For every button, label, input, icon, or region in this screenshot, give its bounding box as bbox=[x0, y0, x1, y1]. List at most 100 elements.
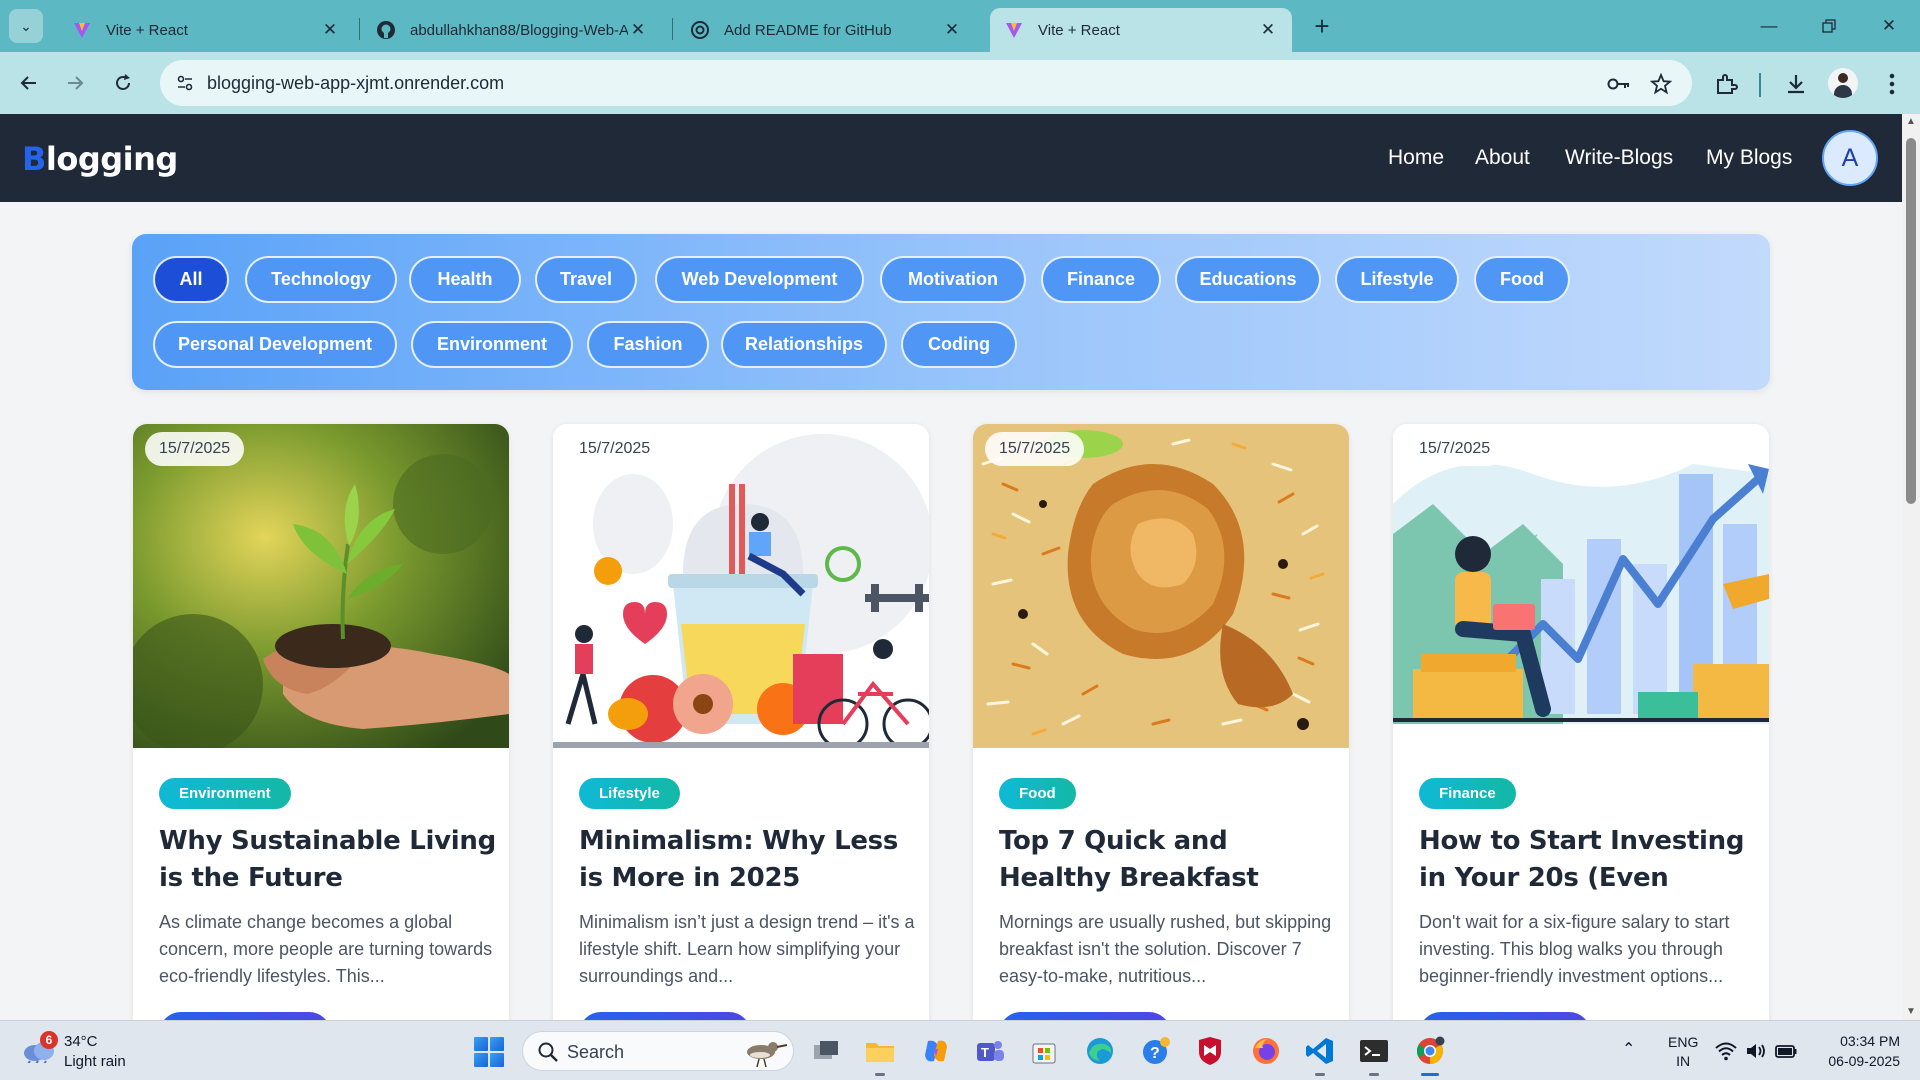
toolbar-divider bbox=[1759, 73, 1761, 97]
category-pill-educations[interactable]: Educations bbox=[1175, 256, 1321, 303]
browser-tab-1[interactable]: Vite + React ✕ bbox=[58, 8, 354, 52]
vscode-icon[interactable] bbox=[1302, 1033, 1338, 1076]
nav-home-link[interactable]: Home bbox=[1388, 146, 1444, 170]
close-tab-icon[interactable]: ✕ bbox=[628, 20, 648, 40]
close-tab-icon[interactable]: ✕ bbox=[320, 20, 340, 40]
scroll-up-arrow-icon[interactable]: ▲ bbox=[1905, 116, 1917, 127]
category-pill-personal-development[interactable]: Personal Development bbox=[153, 321, 397, 368]
post-title[interactable]: Minimalism: Why Less is More in 2025 bbox=[579, 823, 919, 899]
extensions-puzzle-icon[interactable] bbox=[1708, 66, 1744, 102]
battery-charging-icon[interactable] bbox=[1774, 1039, 1798, 1063]
start-tile bbox=[490, 1053, 504, 1067]
browser-menu-kebab-icon[interactable] bbox=[1874, 66, 1910, 102]
site-logo[interactable]: Blogging bbox=[22, 140, 178, 178]
category-pill-all[interactable]: All bbox=[153, 256, 229, 303]
category-pill-web-development[interactable]: Web Development bbox=[655, 256, 864, 303]
post-title[interactable]: Top 7 Quick and Healthy Breakfast Ideas bbox=[999, 823, 1339, 899]
downloads-icon[interactable] bbox=[1778, 66, 1814, 102]
volume-icon[interactable] bbox=[1744, 1039, 1768, 1063]
file-explorer-icon[interactable] bbox=[862, 1033, 898, 1076]
terminal-icon[interactable] bbox=[1356, 1033, 1392, 1076]
category-pill-food[interactable]: Food bbox=[1474, 256, 1570, 303]
system-clock[interactable]: 03:34 PM 06-09-2025 bbox=[1810, 1031, 1900, 1071]
tab-title: abdullahkhan88/Blogging-Web-A bbox=[410, 21, 628, 39]
firefox-icon[interactable] bbox=[1248, 1033, 1284, 1069]
notification-badge: 6 bbox=[40, 1031, 58, 1049]
taskbar-search-box[interactable]: Search bbox=[522, 1031, 794, 1071]
search-icon bbox=[538, 1042, 558, 1062]
weather-widget[interactable]: 6 34°C Light rain bbox=[20, 1031, 150, 1073]
page-scrollbar[interactable]: ▲ ▼ bbox=[1902, 114, 1920, 1020]
nav-about-link[interactable]: About bbox=[1475, 146, 1530, 170]
new-tab-button[interactable]: + bbox=[1306, 10, 1338, 42]
post-title[interactable]: How to Start Investing in Your 20s (Even… bbox=[1419, 823, 1759, 899]
logo-rest: logging bbox=[45, 140, 178, 178]
post-category-tag: Lifestyle bbox=[579, 778, 680, 809]
browser-profile-avatar[interactable] bbox=[1828, 68, 1858, 98]
help-icon[interactable]: ? bbox=[1138, 1033, 1174, 1069]
reload-icon bbox=[116, 74, 130, 90]
post-date-badge: 15/7/2025 bbox=[565, 432, 665, 466]
windows-start-button[interactable] bbox=[474, 1037, 504, 1067]
start-tile bbox=[490, 1037, 504, 1051]
input-language-indicator[interactable]: ENG IN bbox=[1668, 1033, 1698, 1071]
microsoft-store-icon[interactable] bbox=[1026, 1033, 1062, 1069]
wifi-icon[interactable] bbox=[1714, 1039, 1738, 1063]
post-title[interactable]: Why Sustainable Living is the Future bbox=[159, 823, 499, 899]
category-pill-technology[interactable]: Technology bbox=[245, 256, 397, 303]
blog-card[interactable]: 15/7/2025 Environment Why Sustainable Li… bbox=[133, 424, 509, 1020]
user-avatar[interactable]: A bbox=[1822, 130, 1878, 186]
site-info-icon[interactable] bbox=[170, 68, 200, 98]
copilot-icon[interactable] bbox=[918, 1033, 954, 1069]
category-pill-relationships[interactable]: Relationships bbox=[721, 321, 887, 368]
browser-tab-3[interactable]: Add README for GitHub ✕ bbox=[676, 8, 976, 52]
close-tab-icon[interactable]: ✕ bbox=[942, 20, 962, 40]
task-view-icon[interactable] bbox=[808, 1033, 844, 1069]
read-more-button[interactable] bbox=[579, 1012, 751, 1020]
category-pill-travel[interactable]: Travel bbox=[535, 256, 637, 303]
forward-button[interactable] bbox=[58, 66, 92, 100]
chatgpt-icon bbox=[690, 20, 710, 40]
minimize-window-button[interactable]: — bbox=[1746, 10, 1792, 42]
category-pill-motivation[interactable]: Motivation bbox=[880, 256, 1026, 303]
read-more-button[interactable] bbox=[159, 1012, 331, 1020]
read-more-button[interactable] bbox=[999, 1012, 1171, 1020]
scroll-down-arrow-icon[interactable]: ▼ bbox=[1905, 1006, 1917, 1017]
category-pill-fashion[interactable]: Fashion bbox=[587, 321, 709, 368]
close-tab-icon[interactable]: ✕ bbox=[1258, 20, 1278, 40]
tab-search-menu-button[interactable]: ⌄ bbox=[9, 9, 43, 43]
blog-card[interactable]: 15/7/2025 Food Top 7 Quick and Healthy B… bbox=[973, 424, 1349, 1020]
windows-taskbar: 6 34°C Light rain Search T ? ⌃ ENG IN 03… bbox=[0, 1020, 1920, 1080]
svg-text:?: ? bbox=[1150, 1045, 1160, 1062]
browser-tab-4-active[interactable]: Vite + React ✕ bbox=[990, 8, 1292, 52]
category-pill-lifestyle[interactable]: Lifestyle bbox=[1335, 256, 1459, 303]
scrollbar-thumb[interactable] bbox=[1906, 138, 1916, 504]
category-pill-coding[interactable]: Coding bbox=[901, 321, 1017, 368]
blog-card[interactable]: 15/7/2025 Finance How to Start Investing… bbox=[1393, 424, 1769, 1020]
category-pill-finance[interactable]: Finance bbox=[1041, 256, 1161, 303]
mcafee-icon[interactable] bbox=[1192, 1033, 1228, 1069]
tab-title: Vite + React bbox=[1038, 21, 1120, 39]
chrome-icon[interactable] bbox=[1412, 1033, 1448, 1076]
address-bar[interactable]: blogging-web-app-xjmt.onrender.com bbox=[160, 60, 1692, 106]
nav-my-blogs-link[interactable]: My Blogs bbox=[1706, 146, 1792, 170]
running-indicator bbox=[1369, 1073, 1379, 1076]
show-hidden-icons-chevron-up-icon[interactable]: ⌃ bbox=[1622, 1039, 1635, 1059]
bookmark-star-icon[interactable] bbox=[1648, 71, 1674, 97]
read-more-button[interactable] bbox=[1419, 1012, 1591, 1020]
nav-write-blogs-link[interactable]: Write-Blogs bbox=[1565, 146, 1673, 170]
category-pill-environment[interactable]: Environment bbox=[411, 321, 573, 368]
restore-icon bbox=[1822, 19, 1836, 33]
restore-window-button[interactable] bbox=[1806, 10, 1852, 42]
teams-icon[interactable]: T bbox=[972, 1033, 1008, 1069]
back-button[interactable] bbox=[12, 66, 46, 100]
category-pill-health[interactable]: Health bbox=[409, 256, 521, 303]
close-window-button[interactable]: ✕ bbox=[1866, 10, 1912, 42]
post-date-badge: 15/7/2025 bbox=[145, 432, 245, 466]
browser-tab-2[interactable]: abdullahkhan88/Blogging-Web-A ✕ bbox=[362, 8, 662, 52]
password-key-icon[interactable] bbox=[1606, 71, 1632, 97]
reload-button[interactable] bbox=[106, 66, 140, 100]
blog-card[interactable]: 15/7/2025 Lifestyle Minimalism: Why Less… bbox=[553, 424, 929, 1020]
chevron-down-icon: ⌄ bbox=[20, 17, 32, 34]
edge-browser-icon[interactable] bbox=[1082, 1033, 1118, 1069]
